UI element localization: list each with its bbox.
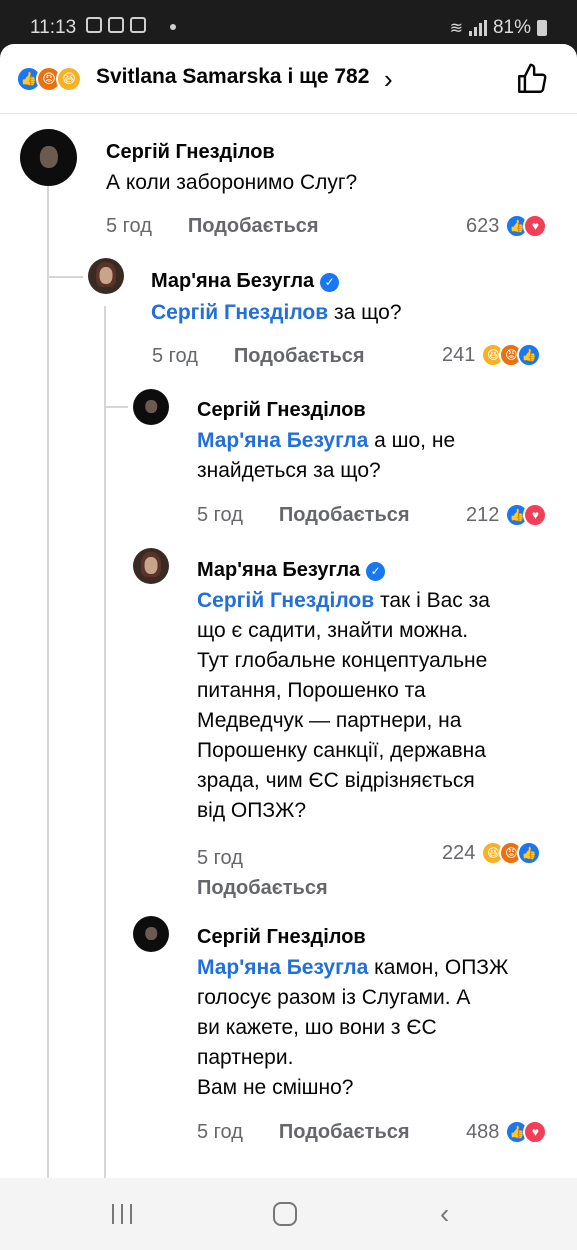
wifi-icon: ≋ xyxy=(449,20,463,37)
reaction-count[interactable]: 241 😆 😡 👍 xyxy=(442,343,542,367)
recent-apps-icon[interactable] xyxy=(112,1204,132,1224)
battery-percent: 81% xyxy=(492,17,531,38)
comment-author[interactable]: Сергій Гнезділов xyxy=(106,141,275,164)
reaction-count[interactable]: 488 👍 ♥ xyxy=(466,1120,548,1144)
love-icon: ♥ xyxy=(523,1120,548,1144)
verified-badge-icon: ✓ xyxy=(320,273,340,292)
like-icon: 👍 xyxy=(517,841,542,865)
like-comment-button[interactable]: Подобається xyxy=(279,1121,410,1143)
avatar[interactable] xyxy=(88,258,124,294)
comment-time[interactable]: 5 год xyxy=(197,1121,243,1143)
thread-connector xyxy=(104,406,128,408)
love-icon: ♥ xyxy=(523,214,548,238)
status-time: 11:13 xyxy=(30,17,77,38)
like-comment-button[interactable]: Подобається xyxy=(197,877,328,899)
comment-text: А коли заборонимо Слуг? xyxy=(106,171,358,194)
comment-time[interactable]: 5 год xyxy=(106,215,152,237)
app-icon xyxy=(108,17,124,33)
comments-sheet: 👍 😡 😆 Svitlana Samarska і ще 782 › Сергі… xyxy=(0,44,577,1178)
reactors-label[interactable]: Svitlana Samarska і ще 782 xyxy=(96,65,369,89)
comment-author[interactable]: Сергій Гнезділов xyxy=(197,926,366,949)
status-bar: 11:13 ≋ 81% xyxy=(0,0,577,50)
reaction-count[interactable]: 623 👍 ♥ xyxy=(466,214,548,238)
thread-line xyxy=(104,306,106,1178)
gallery-icon xyxy=(86,17,102,33)
comment-text: Мар'яна Безугла а шо, не знайдеться за щ… xyxy=(197,429,456,482)
comment-author[interactable]: Мар'яна Безугла ✓ xyxy=(151,270,340,293)
reaction-summary: 👍 😡 😆 xyxy=(16,66,82,92)
thread-connector xyxy=(47,276,83,278)
like-button-icon[interactable] xyxy=(515,62,549,96)
like-comment-button[interactable]: Подобається xyxy=(188,215,319,237)
comment-time[interactable]: 5 год xyxy=(197,847,243,869)
reactions-header[interactable]: 👍 😡 😆 Svitlana Samarska і ще 782 › xyxy=(0,44,577,114)
verified-badge-icon: ✓ xyxy=(366,562,386,581)
comment-time[interactable]: 5 год xyxy=(152,345,198,367)
comment-meta: 5 год Подобається xyxy=(197,843,328,903)
more-notifications-icon xyxy=(170,24,176,30)
avatar[interactable] xyxy=(133,916,169,952)
comment-meta: 5 год Подобається xyxy=(197,1121,410,1144)
love-icon: ♥ xyxy=(523,503,548,527)
battery-icon xyxy=(537,20,547,36)
haha-icon: 😆 xyxy=(56,66,82,92)
comment-meta: 5 год Подобається xyxy=(152,345,365,368)
comment-text: Сергій Гнезділов за що? xyxy=(151,301,402,324)
comment-meta: 5 год Подобається xyxy=(106,215,319,238)
notification-icons xyxy=(86,17,146,33)
comment-time[interactable]: 5 год xyxy=(197,504,243,526)
comment-author[interactable]: Мар'яна Безугла ✓ xyxy=(197,559,386,582)
reaction-count[interactable]: 212 👍 ♥ xyxy=(466,503,548,527)
like-comment-button[interactable]: Подобається xyxy=(234,345,365,367)
back-icon[interactable]: ‹ xyxy=(440,1198,449,1230)
mention-link[interactable]: Сергій Гнезділов xyxy=(151,301,328,324)
avatar[interactable] xyxy=(20,129,77,186)
thread-line xyxy=(47,186,49,1178)
comment-author[interactable]: Сергій Гнезділов xyxy=(197,399,366,422)
mention-link[interactable]: Сергій Гнезділов xyxy=(197,589,374,612)
comment-meta: 5 год Подобається xyxy=(197,504,410,527)
system-navigation-bar: ‹ xyxy=(0,1178,577,1250)
like-comment-button[interactable]: Подобається xyxy=(279,504,410,526)
avatar[interactable] xyxy=(133,389,169,425)
chevron-right-icon[interactable]: › xyxy=(384,64,393,95)
mention-link[interactable]: Мар'яна Безугла xyxy=(197,956,368,979)
avatar[interactable] xyxy=(133,548,169,584)
like-icon: 👍 xyxy=(517,343,542,367)
comment-text: Сергій Гнезділов так і Вас за що є садит… xyxy=(197,589,490,822)
reaction-count[interactable]: 224 😆 😡 👍 xyxy=(442,841,542,865)
mention-link[interactable]: Мар'яна Безугла xyxy=(197,429,368,452)
home-icon[interactable] xyxy=(273,1202,297,1226)
signal-icon xyxy=(468,20,487,36)
calendar-icon xyxy=(130,17,146,33)
comment-text: Мар'яна Безугла камон, ОПЗЖ голосує разо… xyxy=(197,956,509,1099)
